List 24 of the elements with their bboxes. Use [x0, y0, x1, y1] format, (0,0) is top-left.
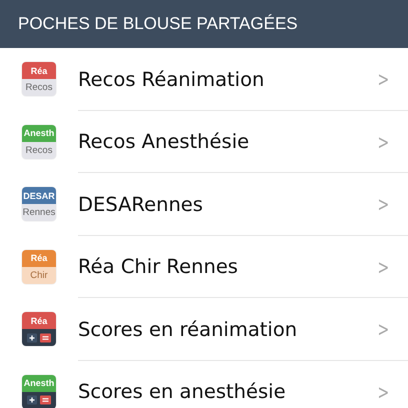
chevron-icon: >	[378, 130, 390, 154]
icon-bottom-label: Recos	[22, 79, 56, 96]
icon-bottom-label: Rennes	[22, 204, 56, 222]
icon-top-label: Anesth	[22, 374, 56, 392]
icon-bottom-label: Recos	[22, 142, 56, 159]
list-item[interactable]: DESAR Rennes DESARennes >	[0, 173, 408, 236]
chevron-icon: >	[378, 254, 390, 279]
chevron-icon: >	[378, 67, 390, 92]
header-title: POCHES DE BLOUSE PARTAGÉES	[18, 14, 298, 34]
chevron-icon: >	[378, 192, 390, 216]
icon-top-label: Réa	[22, 250, 56, 267]
icon-top-label: Réa	[22, 62, 56, 80]
chevron-icon: >	[378, 317, 390, 342]
icon-bottom-label: Chir	[22, 266, 56, 284]
icon-top-label: Anesth	[22, 124, 56, 142]
chevron-icon: >	[378, 380, 390, 404]
icon-top-label: DESAR	[22, 187, 56, 204]
calculator-keys-icon	[24, 332, 54, 344]
list-item[interactable]: Anesth Recos Recos Anesthésie >	[0, 110, 408, 173]
list-item[interactable]: Réa Recos Recos Réanimation >	[0, 48, 408, 110]
icon-top-label: Réa	[22, 312, 56, 330]
calculator-keys-icon	[24, 394, 54, 406]
list-item[interactable]: Réa Scores en réanimation >	[0, 298, 408, 360]
list-item[interactable]: Réa Chir Réa Chir Rennes >	[0, 236, 408, 298]
